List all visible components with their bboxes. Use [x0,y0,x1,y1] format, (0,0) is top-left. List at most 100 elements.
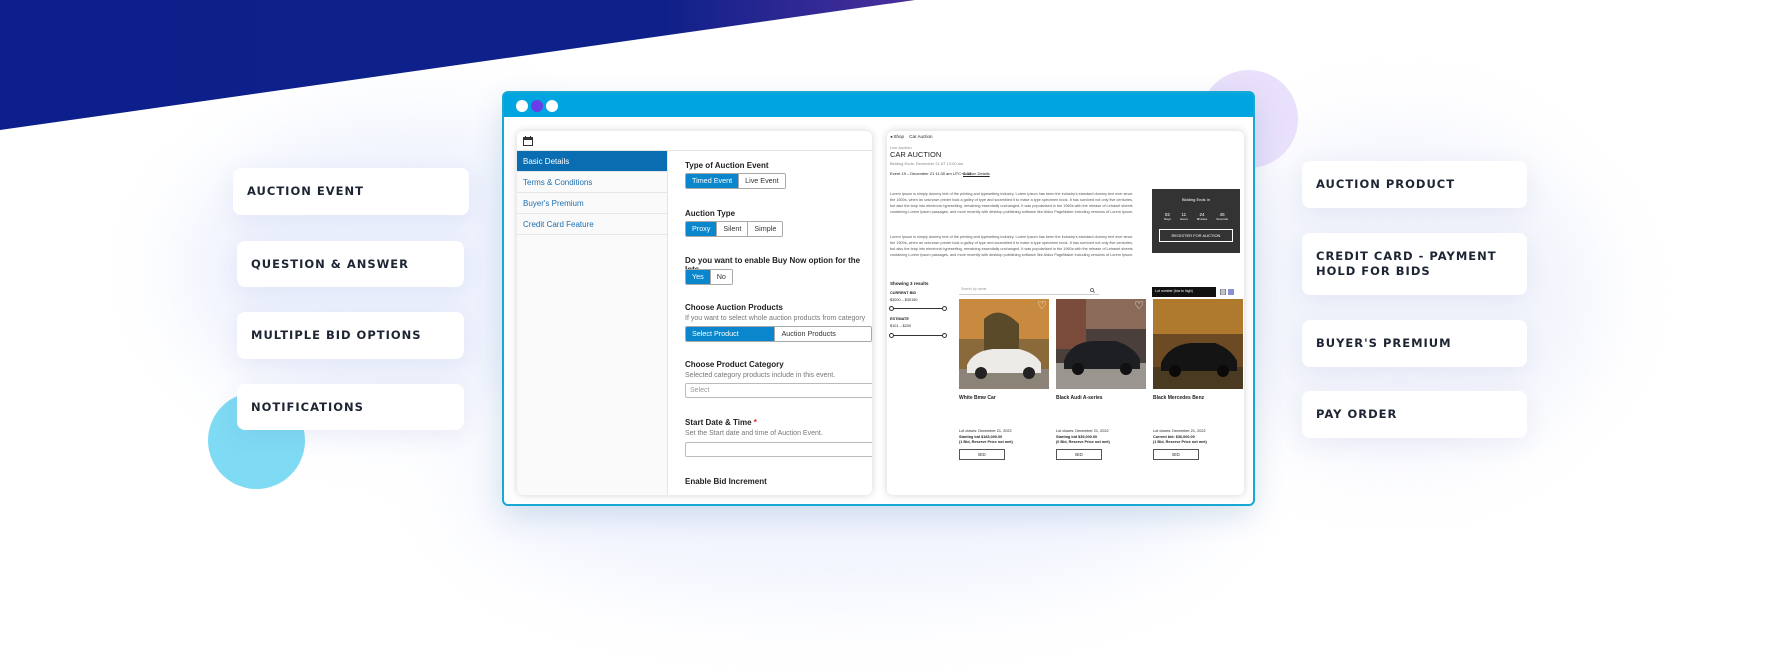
sort-label: Lot number (low to high) [1155,289,1193,293]
buy-now-toggle: Yes No [685,269,733,285]
heart-icon[interactable]: ♡ [1037,299,1047,312]
feature-pay-order: PAY ORDER [1302,391,1527,438]
product-name: White Bmw Car [959,395,996,401]
menu-terms-conditions[interactable]: Terms & Conditions [517,172,667,193]
lot-closes: Lot closes: December 21, 2022 [959,429,1012,433]
auction-type-toggle: Proxy Silent Simple [685,221,784,237]
window-dot-maximize[interactable] [546,100,558,112]
product-name: Black Audi A-series [1056,395,1103,401]
window-dot-close[interactable] [516,100,528,112]
breadcrumb-current: Car Auction [909,134,933,139]
choose-category-label: Choose Product Category [685,360,784,369]
calendar-icon[interactable] [523,136,533,146]
start-date-label: Start Date & Time * [685,418,757,427]
bidding-ends: Bidding Ends: December 21 AT 13:00 am [890,161,964,166]
choose-products-help: If you want to select whole auction prod… [685,315,866,322]
auction-type-label: Auction Type [685,209,736,218]
results-count: Showing 3 results [890,281,929,286]
grid-view-icon[interactable] [1220,289,1226,295]
car-photo-black-audi [1056,299,1146,389]
product-name: Black Mercedes Benz [1153,395,1205,401]
menu-basic-details[interactable]: Basic Details [517,151,667,172]
slider-knob-min[interactable] [889,333,894,338]
option-proxy[interactable]: Proxy [686,222,718,236]
admin-toolbar [517,131,872,151]
type-of-event-label: Type of Auction Event [685,161,769,170]
breadcrumb-back[interactable]: ◂ Shop [890,134,904,139]
menu-buyers-premium[interactable]: Buyer's Premium [517,193,667,214]
countdown-days: 02 Days [1164,212,1171,221]
slider-knob-max[interactable] [942,333,947,338]
option-timed-event[interactable]: Timed Event [686,174,740,188]
current-bid-slider[interactable] [889,306,947,311]
slider-knob-max[interactable] [942,306,947,311]
choose-products-label: Choose Auction Products [685,303,783,312]
feature-credit-card-hold: CREDIT CARD - PAYMENT HOLD FOR BIDS [1302,233,1527,295]
breadcrumb: ◂ Shop Car Auction [890,134,933,140]
products-toggle: Select Product Category Auction Products… [685,326,872,342]
slider-knob-min[interactable] [889,306,894,311]
bid-increment-label: Enable Bid Increment [685,477,767,486]
settings-menu: Basic Details Terms & Conditions Buyer's… [517,151,668,495]
browser-window: Basic Details Terms & Conditions Buyer's… [502,91,1255,506]
bid-button[interactable]: BID [1056,449,1102,460]
sort-select[interactable]: Lot number (low to high) [1152,287,1216,297]
car-photo-white-bmw [959,299,1049,389]
search-placeholder: Search by name [961,287,987,291]
countdown-title: Bidding Ends In [1181,197,1211,202]
bid-button[interactable]: BID [959,449,1005,460]
start-date-text: Start Date & Time [685,418,752,427]
estimate-range: $101 – $200 [890,324,912,328]
estimate-slider[interactable] [889,333,947,338]
auction-details-link[interactable]: Auction Details [963,171,990,176]
search-input[interactable]: Search by name [959,286,1099,295]
search-icon[interactable] [1090,288,1095,293]
option-yes[interactable]: Yes [686,270,711,284]
menu-credit-card-feature[interactable]: Credit Card Feature [517,214,667,235]
option-products-manually[interactable]: Auction Products Manually [775,327,871,341]
frontend-panel: ◂ Shop Car Auction Live Auction CAR AUCT… [887,131,1244,495]
register-button[interactable]: REGISTER FOR AUCTION [1159,229,1233,242]
current-bid-filter-label: CURRENT BID [890,291,917,295]
category-select[interactable]: Select [685,383,872,398]
description-2: Lorem Ipsum is simply dummy text of the … [890,235,1134,258]
lot-closes: Lot closes: December 21, 2022 [1056,429,1109,433]
heart-icon[interactable]: ♡ [1134,299,1144,312]
countdown-units: 02 Days 11 Hours 24 Minutes 45 Seconds [1164,212,1228,221]
option-silent[interactable]: Silent [717,222,749,236]
choose-category-help: Selected category products include in th… [685,372,836,379]
countdown-hours: 11 Hours [1179,212,1188,221]
reserve-status: (1 Bid, Reserve Price not met) [959,440,1013,444]
window-body: Basic Details Terms & Conditions Buyer's… [504,117,1253,504]
lot-closes: Lot closes: December 21, 2022 [1153,429,1206,433]
countdown-box: Bidding Ends In 02 Days 11 Hours 24 Minutes… [1152,189,1240,253]
option-no[interactable]: No [710,270,732,284]
event-dates: Event 19 – December 21 11:30 am UTC+5:30 [890,171,972,176]
feature-auction-event: AUCTION EVENT [233,168,469,215]
bid-button[interactable]: BID [1153,449,1199,460]
feature-question-answer: QUESTION & ANSWER [237,241,464,287]
admin-panel: Basic Details Terms & Conditions Buyer's… [517,131,872,495]
event-type-toggle: Timed Event Live Event [685,173,786,189]
settings-form: Type of Auction Event Timed Event Live E… [685,151,872,495]
description-1: Lorem Ipsum is simply dummy text of the … [890,192,1134,215]
list-view-icon[interactable] [1228,289,1234,295]
required-asterisk: * [753,418,757,427]
feature-buyers-premium: BUYER'S PREMIUM [1302,320,1527,367]
feature-multiple-bid-options: MULTIPLE BID OPTIONS [237,312,464,359]
countdown-seconds: 45 Seconds [1216,212,1228,221]
option-live-event[interactable]: Live Event [739,174,785,188]
feature-notifications: NOTIFICATIONS [237,384,464,430]
car-photo-black-mercedes [1153,299,1243,389]
option-simple[interactable]: Simple [748,222,783,236]
reserve-status: (1 Bid, Reserve Price not met) [1153,440,1207,444]
option-select-category[interactable]: Select Product Category [686,327,776,341]
auction-title: CAR AUCTION [890,150,942,159]
current-bid-range: $3000 – $30150 [890,298,918,302]
feature-auction-product: AUCTION PRODUCT [1302,161,1527,208]
start-date-input[interactable] [685,442,872,457]
start-date-help: Set the Start date and time of Auction E… [685,430,823,437]
estimate-filter-label: ESTIMATE [890,317,909,321]
window-dot-minimize[interactable] [531,100,543,112]
promo-stage: AUCTION EVENT QUESTION & ANSWER MULTIPLE… [0,0,1768,672]
